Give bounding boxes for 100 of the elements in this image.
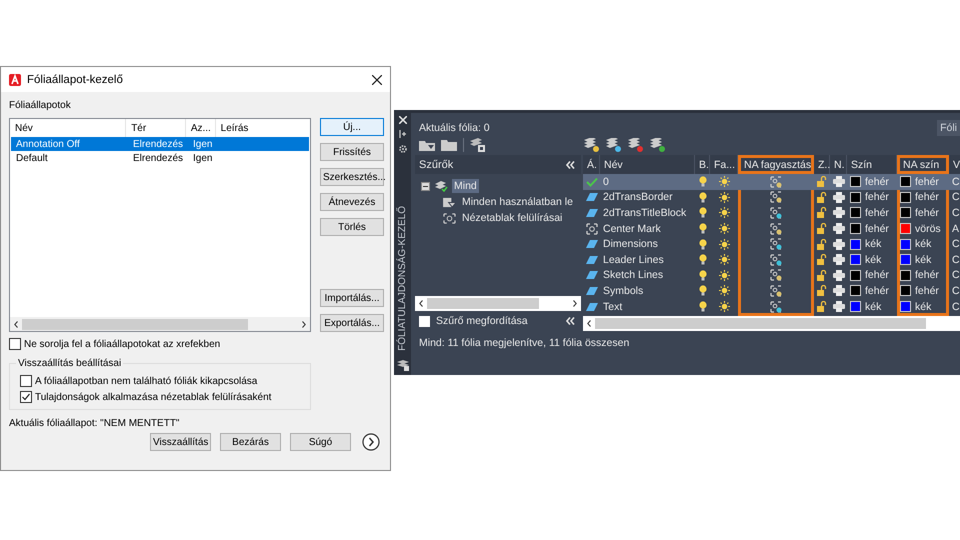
collapse-icon[interactable] (421, 182, 430, 190)
viewport-freeze-icon[interactable] (770, 238, 782, 250)
dialog-button[interactable]: Importálás... (320, 289, 384, 307)
search-field[interactable]: Fóli (937, 120, 960, 136)
dialog-button[interactable]: Bezárás (220, 433, 281, 451)
lock-icon[interactable] (817, 285, 827, 296)
lock-icon[interactable] (817, 192, 827, 203)
color-swatch[interactable] (850, 207, 861, 218)
checkbox[interactable] (20, 391, 32, 403)
sun-icon[interactable] (718, 207, 730, 218)
layer-row[interactable]: 0 fehér fehér C (583, 174, 960, 190)
scroll-left-icon[interactable] (14, 320, 18, 328)
color-swatch[interactable] (900, 301, 911, 312)
dialog-button[interactable]: Törlés (320, 218, 384, 236)
scroll-right-icon[interactable] (573, 300, 577, 307)
layer-row[interactable]: 2dTransBorder fehér fehér C (583, 190, 960, 206)
dialog-button[interactable]: Súgó (290, 433, 351, 451)
lock-icon[interactable] (817, 238, 827, 250)
sun-icon[interactable] (718, 285, 730, 296)
close-icon[interactable] (372, 74, 382, 84)
settings-icon[interactable] (398, 144, 408, 154)
printer-icon[interactable] (832, 223, 844, 234)
dialog-button[interactable]: Visszaállítás (150, 433, 211, 451)
sun-icon[interactable] (718, 270, 730, 281)
bulb-icon[interactable] (698, 238, 706, 250)
new-layer-icon[interactable] (606, 138, 622, 152)
color-swatch[interactable] (850, 176, 861, 188)
bulb-icon[interactable] (698, 270, 706, 281)
bulb-icon[interactable] (698, 285, 706, 296)
layer-row[interactable]: Symbols fehér fehér C (583, 283, 960, 299)
tree-item[interactable]: Nézetablak felülírásai (460, 211, 564, 225)
viewport-freeze-icon[interactable] (770, 222, 782, 235)
new-layer-icon[interactable] (650, 138, 666, 152)
layers-icon[interactable] (396, 357, 410, 371)
lock-icon[interactable] (817, 223, 827, 234)
sun-icon[interactable] (718, 238, 730, 250)
viewport-freeze-icon[interactable] (770, 191, 782, 204)
viewport-freeze-icon[interactable] (770, 300, 782, 313)
printer-icon[interactable] (832, 192, 844, 203)
printer-icon[interactable] (832, 301, 844, 312)
layer-row[interactable]: Dimensions kék kék C (583, 236, 960, 252)
color-swatch[interactable] (900, 285, 911, 296)
layer-row[interactable]: Text kék kék C (583, 298, 960, 314)
printer-icon[interactable] (832, 176, 844, 188)
color-swatch[interactable] (850, 285, 861, 296)
layer-row[interactable]: Sketch Lines fehér fehér C (583, 268, 960, 284)
bulb-icon[interactable] (698, 192, 706, 203)
color-swatch[interactable] (850, 192, 861, 203)
sun-icon[interactable] (718, 254, 730, 266)
new-layer-icon[interactable] (584, 138, 600, 152)
horizontal-scrollbar[interactable] (583, 316, 960, 331)
column-header[interactable]: NA fagyasztás (738, 155, 814, 174)
viewport-freeze-icon[interactable] (770, 176, 782, 188)
bulb-icon[interactable] (698, 176, 706, 188)
lock-icon[interactable] (817, 301, 827, 312)
printer-icon[interactable] (832, 270, 844, 281)
new-layer-icon[interactable] (628, 138, 644, 152)
pin-icon[interactable] (398, 130, 406, 138)
printer-icon[interactable] (832, 207, 844, 218)
color-swatch[interactable] (900, 176, 911, 188)
horizontal-scrollbar[interactable] (10, 317, 310, 331)
lock-icon[interactable] (817, 254, 827, 266)
lock-icon[interactable] (817, 207, 827, 218)
checkbox[interactable] (419, 316, 430, 326)
filter-icon[interactable] (419, 139, 435, 151)
list-row[interactable]: Default Elrendezés Igen (11, 151, 309, 165)
scroll-left-icon[interactable] (587, 320, 591, 327)
viewport-freeze-icon[interactable] (770, 206, 782, 219)
layer-row[interactable]: Leader Lines kék kék C (583, 252, 960, 268)
list-row[interactable]: Annotation Off Elrendezés Igen (11, 137, 309, 151)
color-swatch[interactable] (900, 270, 911, 281)
horizontal-scrollbar[interactable] (415, 296, 581, 311)
color-swatch[interactable] (900, 223, 911, 234)
expand-icon[interactable] (362, 433, 380, 451)
bulb-icon[interactable] (698, 301, 706, 312)
sun-icon[interactable] (718, 223, 730, 234)
color-swatch[interactable] (900, 254, 911, 266)
color-swatch[interactable] (850, 254, 861, 266)
printer-icon[interactable] (832, 238, 844, 250)
sun-icon[interactable] (718, 301, 730, 312)
viewport-freeze-icon[interactable] (770, 284, 782, 297)
checkbox[interactable] (20, 375, 32, 387)
column-header[interactable]: Leírás (216, 119, 310, 137)
color-swatch[interactable] (850, 301, 861, 312)
column-header[interactable]: NA szín (897, 155, 949, 174)
printer-icon[interactable] (832, 285, 844, 296)
checkbox[interactable] (9, 338, 21, 350)
bulb-icon[interactable] (698, 223, 706, 234)
dialog-button[interactable]: Átnevezés (320, 193, 384, 211)
viewport-freeze-icon[interactable] (770, 254, 782, 266)
dialog-button[interactable]: Szerkesztés... (320, 168, 384, 186)
lock-icon[interactable] (817, 270, 827, 281)
bulb-icon[interactable] (698, 254, 706, 266)
folder-icon[interactable] (441, 139, 457, 151)
dialog-button[interactable]: Exportálás... (320, 314, 384, 332)
lock-icon[interactable] (817, 176, 827, 188)
tree-item[interactable]: Minden használatban le (460, 195, 575, 209)
color-swatch[interactable] (900, 238, 911, 250)
scroll-right-icon[interactable] (302, 320, 306, 328)
dialog-button[interactable]: Új... (320, 118, 384, 136)
